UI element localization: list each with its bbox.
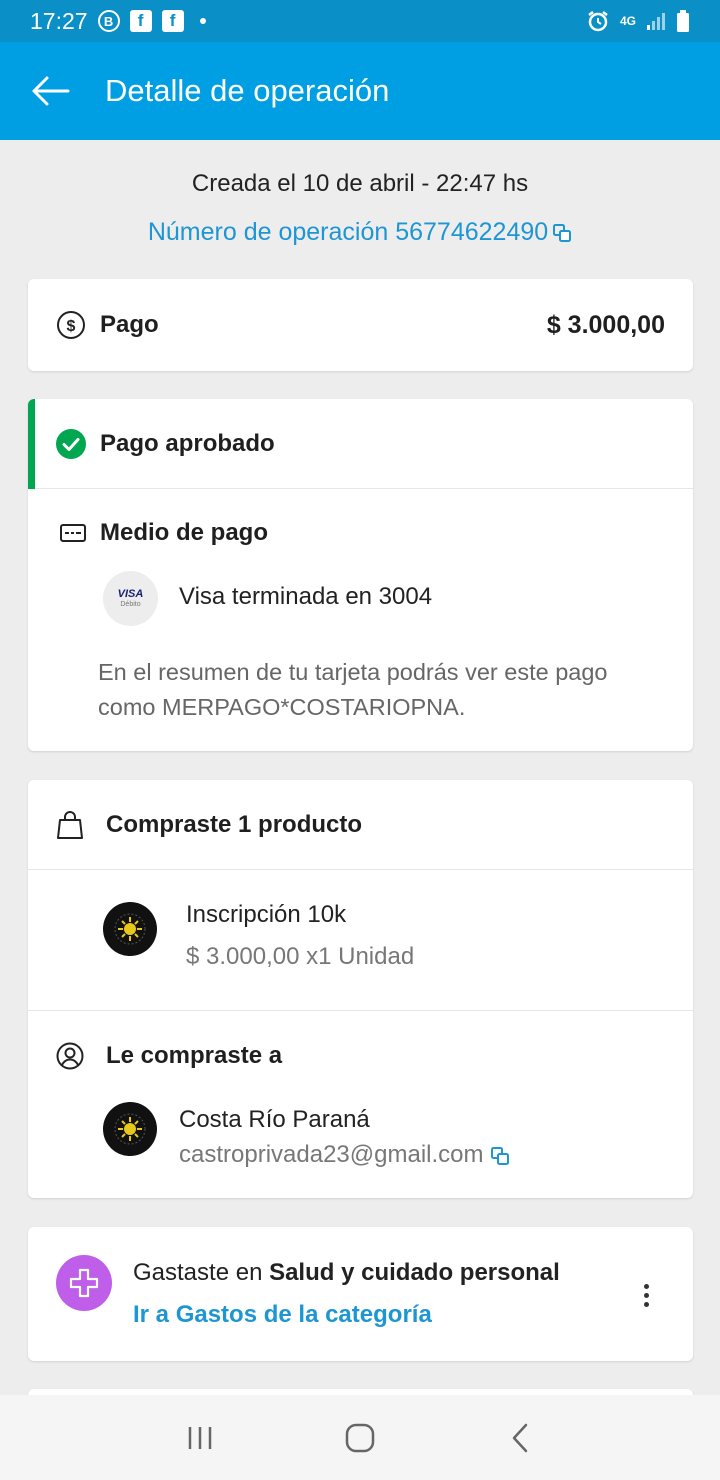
back-button[interactable] bbox=[0, 42, 100, 140]
statement-note: En el resumen de tu tarjeta podrás ver e… bbox=[98, 659, 608, 720]
bixby-notification-icon: B bbox=[97, 10, 120, 32]
category-text: Gastaste en Salud y cuidado personal bbox=[133, 1259, 560, 1287]
system-back-button[interactable] bbox=[490, 1408, 550, 1468]
copy-icon[interactable] bbox=[552, 223, 572, 243]
category-expenses-link[interactable]: Ir a Gastos de la categoría bbox=[133, 1301, 432, 1329]
check-circle-icon bbox=[56, 428, 86, 459]
status-bar: 17:27 B f f 4G bbox=[0, 0, 720, 42]
plus-cross-icon bbox=[69, 1268, 99, 1298]
user-circle-icon bbox=[56, 1042, 84, 1070]
payment-label: Pago bbox=[100, 311, 159, 338]
status-time: 17:27 bbox=[30, 7, 88, 34]
copy-email-icon[interactable] bbox=[490, 1146, 510, 1166]
operation-number-text: Número de operación 56774622490 bbox=[147, 218, 549, 246]
category-prefix: Gastaste en bbox=[133, 1259, 270, 1286]
credit-card-icon bbox=[60, 524, 86, 542]
home-button[interactable] bbox=[330, 1408, 390, 1468]
product-name: Inscripción 10k bbox=[186, 901, 347, 928]
purchase-title: Compraste 1 producto bbox=[106, 810, 363, 838]
app-bar: Detalle de operación bbox=[0, 42, 720, 140]
purchase-header: Compraste 1 producto bbox=[28, 780, 693, 870]
seller-title: Le compraste a bbox=[106, 1042, 283, 1069]
product-price: $ 3.000,00 x1 Unidad bbox=[186, 943, 415, 970]
recent-apps-button[interactable] bbox=[170, 1408, 230, 1468]
visa-brand: VISA bbox=[117, 588, 144, 600]
payment-method-label: Medio de pago bbox=[100, 519, 268, 546]
category-card: Gastaste en Salud y cuidado personal Ir … bbox=[28, 1227, 693, 1361]
facebook-notification-icon-2: f bbox=[161, 10, 184, 32]
purchase-card: Compraste 1 producto Inscripción 10k $ 3… bbox=[28, 780, 693, 1198]
arrow-left-icon bbox=[32, 76, 70, 106]
sun-logo-icon-2 bbox=[114, 1113, 146, 1145]
svg-text:$: $ bbox=[67, 318, 76, 335]
facebook-notification-icon: f bbox=[129, 10, 152, 32]
network-type-label: 4G bbox=[619, 14, 636, 28]
alarm-icon bbox=[588, 11, 608, 32]
status-label: Pago aprobado bbox=[100, 429, 275, 457]
chevron-left-icon bbox=[512, 1423, 528, 1452]
shopping-bag-icon bbox=[57, 810, 83, 839]
system-nav-bar bbox=[0, 1395, 720, 1480]
page-title: Detalle de operación bbox=[105, 73, 390, 108]
visa-type: Débito bbox=[120, 601, 141, 608]
operation-number-link[interactable]: Número de operación 56774622490 bbox=[0, 218, 720, 247]
more-notifications-dot-icon bbox=[199, 18, 206, 24]
more-options-icon[interactable] bbox=[631, 1277, 661, 1313]
created-date: Creada el 10 de abril - 22:47 hs bbox=[191, 170, 529, 197]
payment-card: $ Pago $ 3.000,00 bbox=[28, 279, 693, 371]
signal-icon bbox=[647, 13, 665, 30]
payment-amount: $ 3.000,00 bbox=[546, 310, 665, 339]
dollar-circle-icon: $ bbox=[57, 311, 85, 339]
seller-logo bbox=[103, 1102, 157, 1156]
payment-method-title: Medio de pago bbox=[60, 519, 268, 547]
seller-email: castroprivada23@gmail.com bbox=[179, 1141, 510, 1169]
recent-apps-icon bbox=[188, 1426, 212, 1449]
seller-email-text: castroprivada23@gmail.com bbox=[179, 1141, 484, 1168]
sun-logo-icon bbox=[114, 913, 146, 945]
divider bbox=[28, 1010, 693, 1011]
status-row: Pago aprobado bbox=[28, 399, 693, 489]
health-category-icon bbox=[56, 1255, 112, 1311]
battery-icon bbox=[677, 10, 689, 32]
seller-title-row: Le compraste a bbox=[56, 1042, 282, 1070]
category-name: Salud y cuidado personal bbox=[269, 1259, 560, 1286]
card-description: Visa terminada en 3004 bbox=[179, 583, 433, 610]
visa-logo: VISA Débito bbox=[103, 571, 158, 626]
product-logo bbox=[103, 902, 157, 956]
payment-status-card: Pago aprobado Medio de pago VISA Débito … bbox=[28, 399, 693, 751]
home-icon bbox=[345, 1423, 375, 1452]
seller-name: Costa Río Paraná bbox=[179, 1106, 370, 1133]
